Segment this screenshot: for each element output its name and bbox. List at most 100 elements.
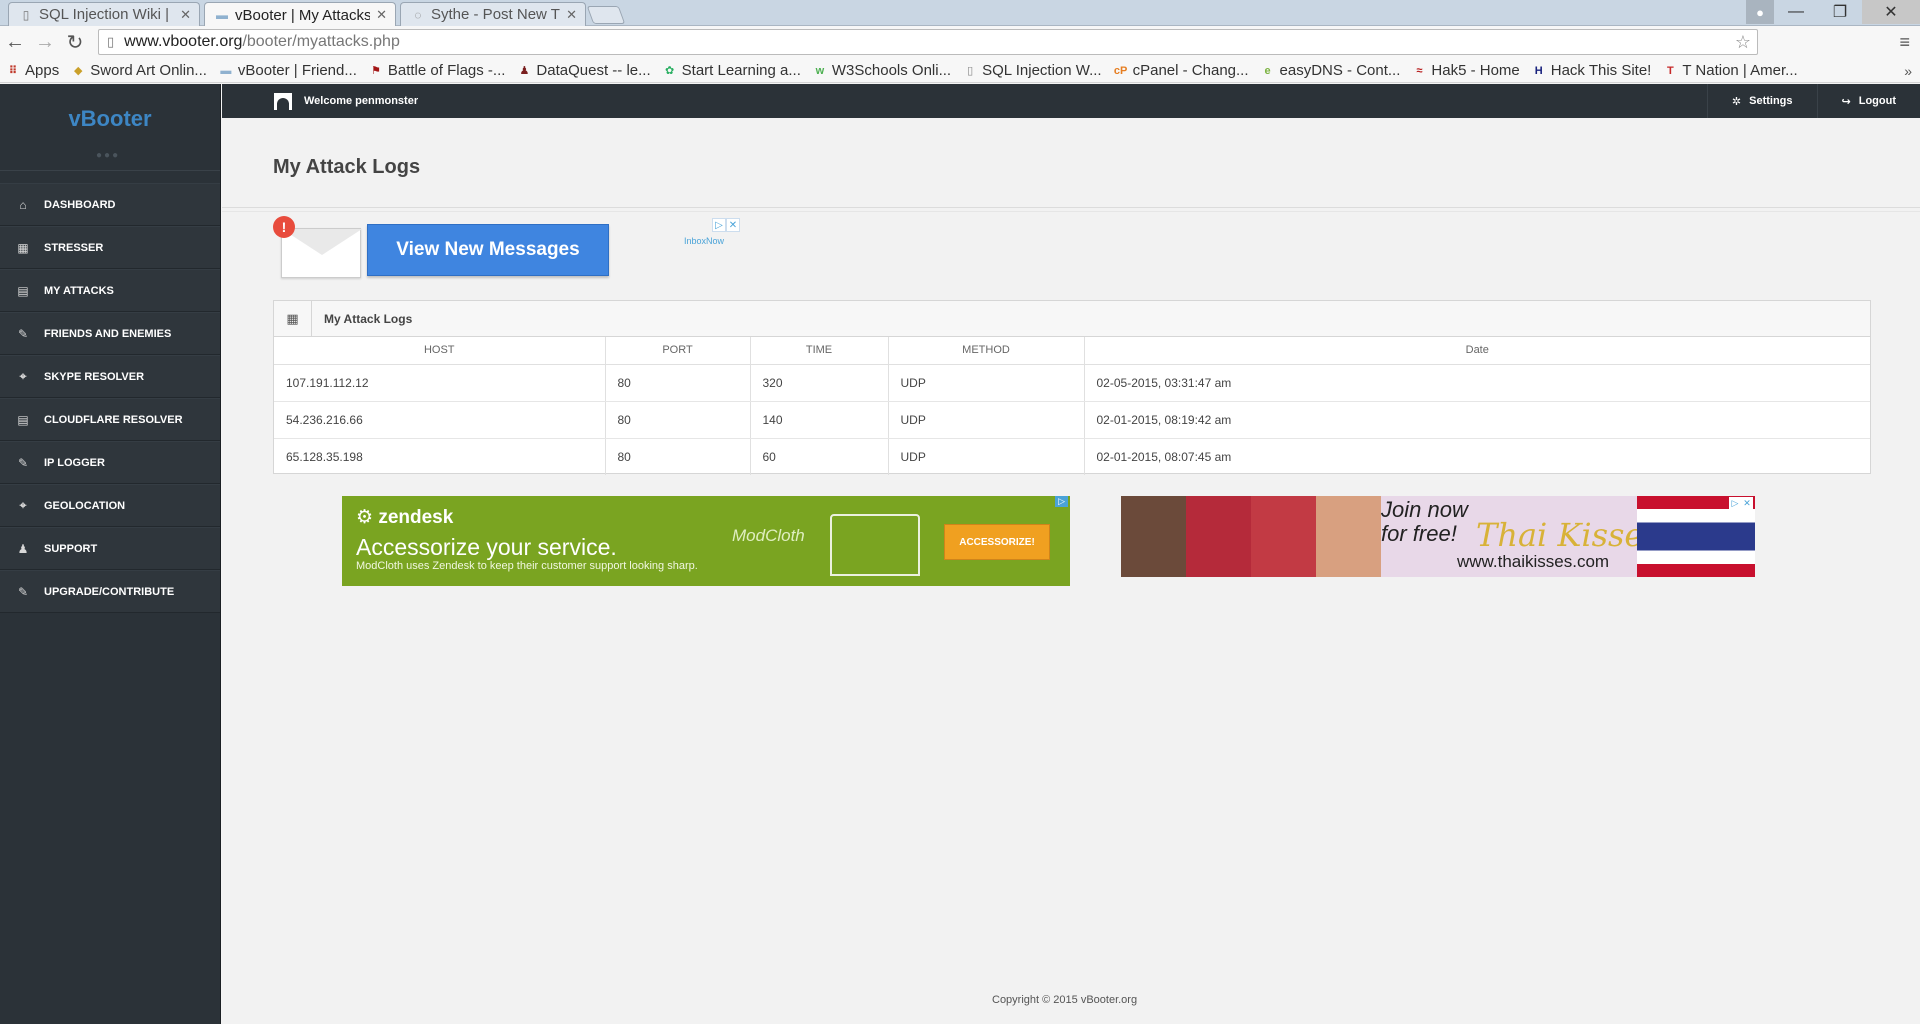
ad-thai-kisses[interactable]: Join now for free! Thai Kisses www.thaiki… <box>1121 496 1755 577</box>
forward-icon[interactable]: → <box>30 28 60 58</box>
tnation-icon: T <box>1666 64 1674 77</box>
sidebar-item-label: STRESSER <box>44 241 104 254</box>
cpanel-icon: cP <box>1113 64 1128 77</box>
logout-arrow-icon: ↪ <box>1841 95 1851 108</box>
column-header[interactable]: HOST <box>274 337 606 365</box>
bookmark-item[interactable]: w W3Schools Onli... <box>813 62 952 79</box>
view-new-messages-button[interactable]: View New Messages <box>367 224 609 276</box>
avatar <box>274 92 292 110</box>
ad-brand[interactable]: InboxNow <box>684 236 724 246</box>
close-icon[interactable]: ✕ <box>376 7 387 23</box>
table-row: 107.191.112.12 80 320 UDP 02-05-2015, 03:31:… <box>274 364 1870 402</box>
sidebar-item-label: MY ATTACKS <box>44 284 114 297</box>
panel-title: My Attack Logs <box>324 311 413 326</box>
accessorize-button[interactable]: ACCESSORIZE! <box>944 524 1050 560</box>
restore-icon[interactable]: ❐ <box>1818 0 1862 24</box>
bookmark-item[interactable]: ⠿ Apps <box>6 62 60 79</box>
bookmark-item[interactable]: ≈ Hak5 - Home <box>1412 62 1519 79</box>
flag-icon: ⚑ <box>370 65 381 77</box>
page-icon: ▯ <box>22 7 30 22</box>
ad-close-icon[interactable]: ✕ <box>726 218 740 232</box>
bookmark-item[interactable]: ▬ vBooter | Friend... <box>219 62 357 79</box>
bookmark-item[interactable]: H Hack This Site! <box>1532 62 1652 79</box>
column-header[interactable]: PORT <box>605 337 751 365</box>
column-header[interactable]: METHOD <box>888 337 1085 365</box>
ad-zendesk[interactable]: ⚙ zendesk Accessorize your service. ModC… <box>342 496 1070 586</box>
reload-icon[interactable]: ↻ <box>60 28 90 58</box>
close-icon[interactable]: ✕ <box>566 7 577 23</box>
column-header[interactable]: TIME <box>750 337 889 365</box>
ad-choices[interactable]: ▷ ✕ <box>712 218 740 232</box>
sidebar-item-friends-and-enemies[interactable]: ✎ FRIENDS AND ENEMIES <box>0 312 220 355</box>
home-icon: ⌂ <box>19 197 27 212</box>
sidebar-item-cloudflare-resolver[interactable]: ▤ CLOUDFLARE RESOLVER <box>0 398 220 441</box>
alert-badge: ! <box>273 216 295 238</box>
sidebar-item-skype-resolver[interactable]: ⌖ SKYPE RESOLVER <box>0 355 220 398</box>
close-icon[interactable]: ✕ <box>180 7 191 23</box>
modcloth-logo: ModCloth <box>732 526 805 545</box>
table-row: 65.128.35.198 80 60 UDP 02-01-2015, 08:07:45… <box>274 438 1870 475</box>
welcome-user[interactable]: Welcome penmonster <box>274 92 418 110</box>
new-tab-button[interactable] <box>586 6 626 24</box>
bookmark-item[interactable]: T T Nation | Amer... <box>1663 62 1798 79</box>
menu-icon[interactable]: ≡ <box>1899 32 1910 53</box>
minimize-icon[interactable]: — <box>1774 0 1818 24</box>
pencil-icon: ✎ <box>17 584 29 599</box>
ad-close-icon[interactable]: ✕ <box>1741 497 1753 509</box>
ad-choices-icon[interactable]: ▷ <box>1055 496 1068 507</box>
logout-link[interactable]: ↪ Logout <box>1816 84 1920 118</box>
bookmark-item[interactable]: ◆ Sword Art Onlin... <box>71 62 207 79</box>
sidebar-item-ip-logger[interactable]: ✎ IP LOGGER <box>0 441 220 484</box>
bookmark-label: Hak5 - Home <box>1431 62 1520 79</box>
pencil-icon: ✎ <box>17 455 29 470</box>
sidebar-item-geolocation[interactable]: ⌖ GEOLOCATION <box>0 484 220 527</box>
bookmark-label: T Nation | Amer... <box>1682 62 1798 79</box>
tab-sql-injection-wiki[interactable]: ▯ SQL Injection Wiki | N ✕ <box>8 2 200 26</box>
bookmark-item[interactable]: e easyDNS - Cont... <box>1261 62 1400 79</box>
bookmark-item[interactable]: ♟ DataQuest -- le... <box>517 62 650 79</box>
address-bar[interactable]: ▯ www.vbooter.org/booter/myattacks.php ☆ <box>98 29 1758 55</box>
ad-choices-icon[interactable]: ▷ <box>712 218 726 232</box>
ad-photo <box>1316 496 1381 577</box>
back-icon[interactable]: ← <box>0 28 30 58</box>
divider <box>222 207 1920 208</box>
brand-dots: ●●● <box>96 150 121 161</box>
tab-sythe[interactable]: ◌ Sythe - Post New Thr ✕ <box>400 2 586 26</box>
table-row: 54.236.216.66 80 140 UDP 02-01-2015, 08:19:4… <box>274 401 1870 439</box>
ad-choices[interactable]: ▷ ✕ <box>1729 497 1753 509</box>
sidebar-item-my-attacks[interactable]: ▤ MY ATTACKS <box>0 269 220 312</box>
sidebar-item-stresser[interactable]: ▦ STRESSER <box>0 226 220 269</box>
bookmark-item[interactable]: cP cPanel - Chang... <box>1114 62 1249 79</box>
column-header[interactable]: Date <box>1084 337 1870 365</box>
ad-subtext: ModCloth uses Zendesk to keep their cust… <box>356 560 698 572</box>
bookmark-item[interactable]: ✿ Start Learning a... <box>663 62 801 79</box>
bookmark-item[interactable]: ⚑ Battle of Flags -... <box>369 62 505 79</box>
bookmark-label: Sword Art Onlin... <box>90 62 207 79</box>
bookmarks-overflow-icon[interactable]: » <box>1904 63 1912 79</box>
bookmark-star-icon[interactable]: ☆ <box>1735 32 1751 53</box>
grid-icon: ▦ <box>274 300 312 337</box>
bookmark-label: vBooter | Friend... <box>237 62 357 79</box>
page-icon: ▯ <box>967 65 974 77</box>
sidebar-item-upgrade-contribute[interactable]: ✎ UPGRADE/CONTRIBUTE <box>0 570 220 613</box>
window-close-icon[interactable]: ✕ <box>1862 0 1920 24</box>
bookmark-label: Apps <box>25 62 60 79</box>
brand-logo[interactable]: vBooter <box>0 84 220 154</box>
sidebar-item-dashboard[interactable]: ⌂ DASHBOARD <box>0 183 220 226</box>
user-profile-icon[interactable]: ● <box>1746 0 1774 24</box>
page-title: My Attack Logs <box>273 156 421 178</box>
learning-icon: ✿ <box>665 65 675 77</box>
bookmark-item[interactable]: ▯ SQL Injection W... <box>963 62 1102 79</box>
tab-vbooter-my-attacks[interactable]: ▬ vBooter | My Attacks ✕ <box>204 2 396 27</box>
ad-headline: Accessorize your service. <box>356 534 617 560</box>
ad-view-messages[interactable]: ! View New Messages <box>273 216 753 278</box>
sidebar-item-support[interactable]: ♟ SUPPORT <box>0 527 220 570</box>
url-host: www.vbooter.org <box>124 33 243 50</box>
sidebar-nav: ⌂ DASHBOARD ▦ STRESSER ▤ MY ATTACKS ✎ FRIENDS A… <box>0 183 220 613</box>
settings-link[interactable]: ✲ Settings <box>1706 84 1817 118</box>
ad-choices-icon[interactable]: ▷ <box>1729 497 1741 509</box>
page-icon: ▯ <box>107 34 115 49</box>
table-cell: 65.128.35.198 <box>274 438 606 475</box>
loading-icon: ◌ <box>414 7 422 22</box>
shirts-illustration <box>830 514 920 576</box>
